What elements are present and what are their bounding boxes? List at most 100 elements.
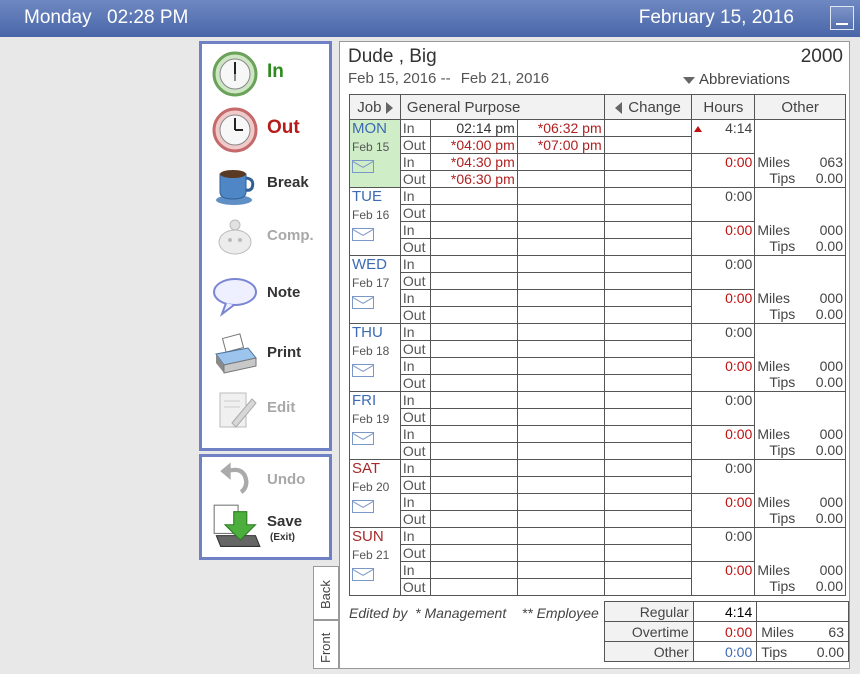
punch-time-cell[interactable] bbox=[516, 221, 605, 239]
punch-time-cell[interactable] bbox=[516, 323, 605, 341]
abbreviations-toggle[interactable]: Abbreviations bbox=[683, 71, 790, 88]
punch-time-cell[interactable]: *07:00 pm bbox=[516, 136, 605, 154]
punch-time-cell[interactable] bbox=[516, 442, 605, 460]
change-cell[interactable] bbox=[603, 255, 693, 273]
punch-time-cell[interactable] bbox=[516, 391, 605, 409]
punch-time-cell[interactable] bbox=[429, 221, 518, 239]
punch-time-cell[interactable]: *04:30 pm bbox=[429, 153, 518, 171]
change-cell[interactable] bbox=[603, 204, 693, 222]
change-cell[interactable] bbox=[603, 357, 693, 375]
punch-time-cell[interactable] bbox=[429, 323, 518, 341]
change-cell[interactable] bbox=[603, 238, 693, 256]
punch-time-cell[interactable] bbox=[429, 187, 518, 205]
punch-time-cell[interactable] bbox=[516, 357, 605, 375]
punch-time-cell[interactable] bbox=[516, 340, 605, 358]
punch-time-cell[interactable] bbox=[429, 340, 518, 358]
day-cell-mon[interactable]: MON Feb 15 bbox=[349, 119, 401, 188]
punch-time-cell[interactable] bbox=[429, 459, 518, 477]
envelope-icon[interactable] bbox=[352, 432, 374, 445]
envelope-icon[interactable] bbox=[352, 228, 374, 241]
envelope-icon[interactable] bbox=[352, 568, 374, 581]
day-cell-sat[interactable]: SAT Feb 20 bbox=[349, 459, 401, 528]
change-cell[interactable] bbox=[603, 136, 693, 154]
save-button[interactable]: Save (Exit) bbox=[212, 503, 327, 553]
punch-time-cell[interactable] bbox=[516, 544, 605, 562]
punch-time-cell[interactable] bbox=[516, 238, 605, 256]
punch-time-cell[interactable] bbox=[516, 289, 605, 307]
punch-time-cell[interactable] bbox=[429, 544, 518, 562]
job-header[interactable]: Job bbox=[349, 94, 401, 120]
change-cell[interactable] bbox=[603, 289, 693, 307]
undo-button[interactable]: Undo bbox=[212, 459, 327, 499]
day-cell-tue[interactable]: TUE Feb 16 bbox=[349, 187, 401, 256]
note-button[interactable]: Note bbox=[212, 272, 327, 318]
change-header[interactable]: Change bbox=[603, 94, 693, 120]
day-cell-thu[interactable]: THU Feb 18 bbox=[349, 323, 401, 392]
punch-time-cell[interactable] bbox=[516, 578, 605, 596]
tab-front[interactable]: Front bbox=[313, 620, 339, 669]
punch-time-cell[interactable] bbox=[516, 374, 605, 392]
punch-time-cell[interactable] bbox=[429, 391, 518, 409]
change-cell[interactable] bbox=[603, 510, 693, 528]
punch-time-cell[interactable] bbox=[516, 408, 605, 426]
punch-time-cell[interactable]: *06:30 pm bbox=[429, 170, 518, 188]
change-cell[interactable] bbox=[603, 170, 693, 188]
change-cell[interactable] bbox=[603, 578, 693, 596]
envelope-icon[interactable] bbox=[352, 160, 374, 173]
punch-time-cell[interactable] bbox=[429, 578, 518, 596]
comp-button[interactable]: Comp. bbox=[212, 215, 327, 261]
change-cell[interactable] bbox=[603, 459, 693, 477]
envelope-icon[interactable] bbox=[352, 364, 374, 377]
punch-time-cell[interactable] bbox=[516, 272, 605, 290]
change-cell[interactable] bbox=[603, 340, 693, 358]
punch-time-cell[interactable] bbox=[516, 493, 605, 511]
punch-time-cell[interactable] bbox=[429, 204, 518, 222]
punch-time-cell[interactable] bbox=[429, 255, 518, 273]
tab-back[interactable]: Back bbox=[313, 566, 339, 620]
minimize-button[interactable] bbox=[830, 6, 854, 30]
punch-time-cell[interactable]: 02:14 pm bbox=[429, 119, 518, 137]
punch-time-cell[interactable] bbox=[429, 425, 518, 443]
change-cell[interactable] bbox=[603, 425, 693, 443]
change-cell[interactable] bbox=[603, 323, 693, 341]
change-cell[interactable] bbox=[603, 476, 693, 494]
envelope-icon[interactable] bbox=[352, 500, 374, 513]
punch-time-cell[interactable] bbox=[429, 272, 518, 290]
punch-time-cell[interactable] bbox=[429, 527, 518, 545]
punch-time-cell[interactable] bbox=[429, 357, 518, 375]
punch-time-cell[interactable] bbox=[429, 289, 518, 307]
day-cell-wed[interactable]: WED Feb 17 bbox=[349, 255, 401, 324]
change-cell[interactable] bbox=[603, 374, 693, 392]
change-cell[interactable] bbox=[603, 119, 693, 137]
punch-time-cell[interactable] bbox=[429, 493, 518, 511]
print-button[interactable]: Print bbox=[212, 332, 327, 378]
punch-time-cell[interactable] bbox=[516, 527, 605, 545]
change-cell[interactable] bbox=[603, 544, 693, 562]
punch-time-cell[interactable] bbox=[429, 306, 518, 324]
change-cell[interactable] bbox=[603, 561, 693, 579]
punch-time-cell[interactable] bbox=[429, 510, 518, 528]
punch-time-cell[interactable] bbox=[516, 170, 605, 188]
punch-time-cell[interactable] bbox=[516, 459, 605, 477]
punch-time-cell[interactable] bbox=[516, 204, 605, 222]
punch-time-cell[interactable] bbox=[429, 476, 518, 494]
change-cell[interactable] bbox=[603, 306, 693, 324]
change-cell[interactable] bbox=[603, 153, 693, 171]
punch-time-cell[interactable] bbox=[429, 408, 518, 426]
clock-in-button[interactable]: In bbox=[212, 51, 327, 97]
punch-time-cell[interactable] bbox=[516, 187, 605, 205]
punch-time-cell[interactable] bbox=[429, 238, 518, 256]
punch-time-cell[interactable]: *06:32 pm bbox=[516, 119, 605, 137]
punch-time-cell[interactable] bbox=[516, 153, 605, 171]
punch-time-cell[interactable] bbox=[429, 374, 518, 392]
clock-out-button[interactable]: Out bbox=[212, 107, 327, 153]
edit-button[interactable]: Edit bbox=[212, 387, 327, 433]
punch-time-cell[interactable] bbox=[429, 442, 518, 460]
change-cell[interactable] bbox=[603, 408, 693, 426]
punch-time-cell[interactable] bbox=[429, 561, 518, 579]
punch-time-cell[interactable] bbox=[516, 425, 605, 443]
break-button[interactable]: Break bbox=[212, 162, 327, 208]
change-cell[interactable] bbox=[603, 221, 693, 239]
punch-time-cell[interactable] bbox=[516, 306, 605, 324]
day-cell-fri[interactable]: FRI Feb 19 bbox=[349, 391, 401, 460]
